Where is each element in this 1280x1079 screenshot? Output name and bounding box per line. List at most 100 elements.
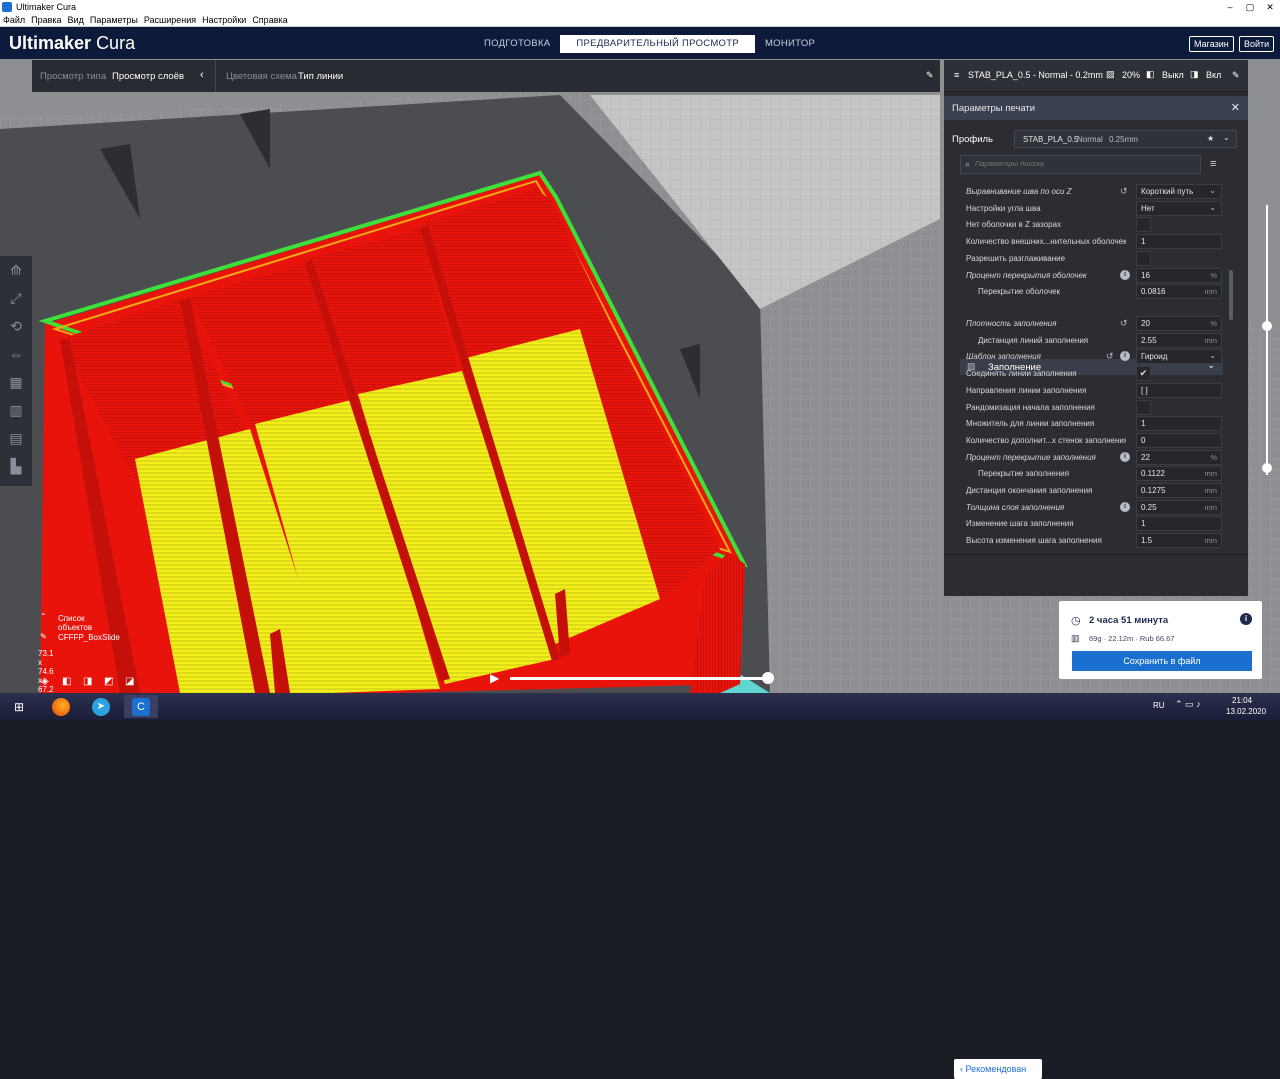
menu-view[interactable]: Вид <box>68 15 84 25</box>
info-icon[interactable]: i <box>1120 351 1130 362</box>
clock-date[interactable]: 13.02.2020 <box>1226 707 1266 716</box>
setting-input[interactable]: 16% <box>1136 267 1222 283</box>
scale-tool-icon[interactable]: ⤢ <box>0 284 32 312</box>
info-icon[interactable]: i <box>1120 269 1130 280</box>
playback-handle[interactable] <box>762 672 774 684</box>
play-icon[interactable]: ▶ <box>490 671 499 685</box>
filament-icon: ▥ <box>1071 633 1080 643</box>
setting-checkbox[interactable] <box>1136 217 1151 233</box>
view-front-icon[interactable]: ◧ <box>62 676 71 687</box>
layers-icon[interactable]: ▤ <box>0 424 32 452</box>
layer-slider-lower-handle[interactable] <box>1262 463 1272 473</box>
pencil-icon[interactable]: ✎ <box>40 632 47 641</box>
print-settings-panel: ≡ STAB_PLA_0.5 - Normal - 0.2mm ▨ 20% ◧ … <box>944 60 1248 1079</box>
tab-monitor[interactable]: МОНИТОР <box>755 35 825 53</box>
rotate-tool-icon[interactable]: ⟲ <box>0 312 32 340</box>
view-top-icon[interactable]: ◨ <box>83 676 92 687</box>
material-estimate: 69g · 22.12m · Rub 66.67 <box>1089 634 1175 643</box>
view-3d-icon[interactable]: ◈ <box>41 676 49 687</box>
reset-icon[interactable]: ↺ <box>1106 351 1114 362</box>
setting-dropdown[interactable]: Нет ⌄ <box>1136 200 1222 216</box>
setting-input[interactable]: 20% <box>1136 316 1222 331</box>
tab-prepare[interactable]: ПОДГОТОВКА <box>474 35 560 53</box>
firefox-icon[interactable] <box>44 695 78 718</box>
setting-input[interactable]: 0.25 mm <box>1136 499 1222 515</box>
setting-dropdown[interactable]: Короткий путь ⌄ <box>1136 184 1222 199</box>
setting-input[interactable]: 1.5 mm <box>1136 533 1222 549</box>
menu-help[interactable]: Справка <box>252 15 287 25</box>
setting-checkbox[interactable] <box>1136 399 1151 415</box>
layer-slider-upper-handle[interactable] <box>1262 321 1272 331</box>
close-window-icon[interactable]: ✕ <box>1260 0 1280 14</box>
menu-preferences[interactable]: Настройки <box>202 15 246 25</box>
setting-input[interactable]: 2.55 mm <box>1136 332 1222 348</box>
menu-extensions[interactable]: Расширения <box>144 15 196 25</box>
tray-icons[interactable]: ⌃ ▭ ♪ <box>1175 699 1201 710</box>
chevron-down-icon[interactable]: ⌄ <box>1223 133 1230 142</box>
setting-row: Шаблон заполнения ↺ i Гироид ⌄ <box>966 349 1222 365</box>
info-icon[interactable]: i <box>1120 451 1130 462</box>
chevron-down-icon: ⌄ <box>1209 186 1216 195</box>
minimize-icon[interactable]: – <box>1220 0 1240 14</box>
settings-search[interactable]: ⌕ <box>960 155 1201 174</box>
setting-input[interactable]: 1 <box>1136 516 1222 532</box>
marketplace-button[interactable]: Магазин <box>1189 36 1234 52</box>
save-to-file-button[interactable]: Сохранить в файл <box>1072 651 1252 671</box>
setting-input[interactable]: 1 <box>1136 416 1222 432</box>
search-input[interactable] <box>975 159 1195 168</box>
language-indicator[interactable]: RU <box>1153 701 1165 710</box>
setting-dropdown[interactable]: Гироид ⌄ <box>1136 349 1222 365</box>
view-left-icon[interactable]: ◩ <box>104 676 113 687</box>
layer-slider[interactable] <box>1262 205 1272 485</box>
view-right-icon[interactable]: ◪ <box>125 676 134 687</box>
chevron-left-icon[interactable]: ‹ <box>200 69 204 81</box>
view-type-select[interactable]: Просмотр слоёв <box>112 71 184 82</box>
per-model-settings-icon[interactable]: ▦ <box>0 368 32 396</box>
menu-file[interactable]: Файл <box>3 15 25 25</box>
reset-icon[interactable]: ↺ <box>1120 186 1128 197</box>
setting-input[interactable]: 0.0816 mm <box>1136 284 1222 300</box>
object-list-label[interactable]: Список объектов <box>58 614 92 632</box>
start-button[interactable]: ⊞ <box>2 695 36 718</box>
info-icon[interactable]: i <box>1240 613 1252 625</box>
recommended-button[interactable]: ‹ Рекомендован <box>954 1059 1042 1079</box>
maximize-icon[interactable]: ▢ <box>1240 0 1260 14</box>
tab-preview[interactable]: ПРЕДВАРИТЕЛЬНЫЙ ПРОСМОТР <box>560 35 755 53</box>
cura-taskbar-icon[interactable]: C <box>124 695 158 718</box>
telegram-icon[interactable]: ➤ <box>84 695 118 718</box>
reset-icon[interactable]: ↺ <box>1120 318 1128 329</box>
close-icon[interactable]: ✕ <box>1231 101 1240 114</box>
setting-input[interactable]: 1 <box>1136 234 1222 250</box>
setting-input[interactable]: 0.1275 mm <box>1136 483 1222 498</box>
menu-settings[interactable]: Параметры <box>90 15 138 25</box>
move-tool-icon[interactable]: ⟰ <box>0 256 32 284</box>
color-scheme-select[interactable]: Тип линии <box>298 71 343 82</box>
menu-bar: Файл Правка Вид Параметры Расширения Нас… <box>0 14 1280 27</box>
setting-input[interactable]: 0 <box>1136 432 1222 448</box>
support-blocker-icon[interactable]: ▥ <box>0 396 32 424</box>
setting-input[interactable]: [ ] <box>1136 382 1222 398</box>
settings-scrollbar[interactable] <box>1229 270 1233 320</box>
chevron-up-icon[interactable]: ⌃ <box>40 612 47 621</box>
setting-input[interactable]: 0.1122 mm <box>1136 466 1222 482</box>
stairs-icon[interactable]: ▙ <box>0 452 32 480</box>
info-icon[interactable]: i <box>1120 501 1130 512</box>
edit-pencil-icon[interactable]: ✎ <box>1232 70 1240 81</box>
setting-input[interactable]: 22% <box>1136 449 1222 465</box>
sign-in-button[interactable]: Войти <box>1239 36 1275 52</box>
profile-select[interactable]: STAB_PLA_0.5 Normal 0.25mm ★ ⌄ <box>1014 130 1237 148</box>
settings-menu-icon[interactable]: ≡ <box>1210 158 1216 170</box>
infill-icon: ▨ <box>1106 69 1115 79</box>
profile-name: STAB_PLA_0.5 <box>1023 135 1079 144</box>
menu-edit[interactable]: Правка <box>31 15 61 25</box>
playback-track[interactable] <box>510 677 768 680</box>
clock-time[interactable]: 21:04 <box>1232 696 1252 705</box>
star-icon[interactable]: ★ <box>1207 134 1214 143</box>
setting-checkbox[interactable] <box>1136 250 1151 266</box>
profile-summary-bar[interactable]: ≡ STAB_PLA_0.5 - Normal - 0.2mm ▨ 20% ◧ … <box>944 60 1248 92</box>
app-header: Ultimaker Cura ПОДГОТОВКА ПРЕДВАРИТЕЛЬНЫ… <box>0 27 1280 59</box>
mirror-tool-icon[interactable]: ⇔ <box>0 340 32 368</box>
setting-row: Дистанция линий заполнения 2.55 mm <box>966 332 1222 348</box>
setting-checkbox[interactable]: ✔ <box>1136 366 1151 382</box>
pencil-icon[interactable]: ✎ <box>926 70 934 81</box>
